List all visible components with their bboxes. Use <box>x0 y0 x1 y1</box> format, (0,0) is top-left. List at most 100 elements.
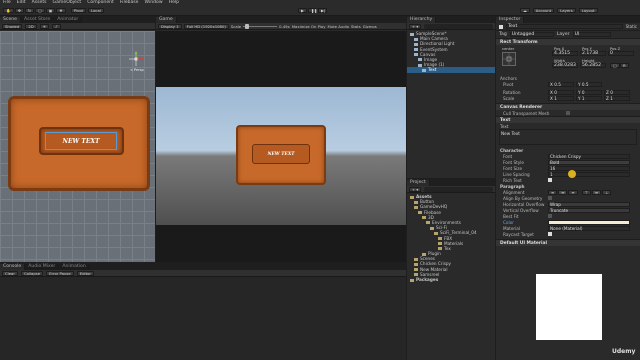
rotation-y-field[interactable]: Y 0 <box>576 89 602 95</box>
text-value-area[interactable]: New Text <box>499 129 637 145</box>
rotation-z-field[interactable]: Z 0 <box>604 89 630 95</box>
width-field[interactable]: 238.0283 <box>552 63 578 68</box>
rotate-tool-button[interactable]: ↻ <box>24 8 35 13</box>
tab-game[interactable]: Game <box>156 17 177 23</box>
tab-console[interactable]: Console <box>0 264 26 270</box>
pos-y-field[interactable]: 2.1738 <box>580 51 606 56</box>
hierarchy-search-input[interactable] <box>424 23 493 29</box>
transform-tool-button[interactable]: ❖ <box>56 8 66 13</box>
default-ui-material-header[interactable]: Default UI Material <box>496 239 640 246</box>
maximize-on-play-toggle[interactable]: Maximize On Play <box>292 24 326 29</box>
pivot-toggle-button[interactable]: Pivot <box>70 8 87 13</box>
display-dropdown[interactable]: Display 1 <box>158 23 182 29</box>
height-field[interactable]: 56.2852 <box>580 63 606 68</box>
align-center-icon[interactable]: ≡ <box>558 189 568 195</box>
align-right-icon[interactable]: ≡ <box>568 189 578 195</box>
rect-tool-button[interactable]: ▣ <box>45 8 56 13</box>
static-checkbox-label[interactable]: Static <box>626 24 637 29</box>
scale-slider-thumb[interactable] <box>245 23 250 29</box>
game-viewport[interactable]: NEW TEXT <box>156 31 406 262</box>
rich-text-checkbox[interactable] <box>548 178 552 182</box>
scene-canvas-panel[interactable]: NEW TEXT <box>8 96 150 191</box>
move-tool-button[interactable]: ✥ <box>14 8 24 13</box>
color-swatch[interactable] <box>548 219 630 225</box>
audio-toggle-icon[interactable]: ♪ <box>52 23 61 29</box>
blueprint-mode-button[interactable]: □ <box>610 63 620 68</box>
hierarchy-item[interactable]: Text <box>407 67 495 73</box>
collab-cloud-icon[interactable]: ☁ <box>520 8 530 13</box>
line-spacing-field[interactable]: 1 <box>548 171 630 177</box>
tab-audio-mixer[interactable]: Audio Mixer <box>25 264 60 270</box>
pause-button[interactable]: ❚❚ <box>308 8 317 13</box>
console-error-pause-button[interactable]: Error Pause <box>46 270 74 276</box>
h-overflow-dropdown[interactable]: Wrap <box>548 201 630 207</box>
play-button[interactable]: ▶ <box>298 8 307 13</box>
game-button-image[interactable]: NEW TEXT <box>252 144 310 164</box>
layout-dropdown[interactable]: Layout <box>578 8 598 13</box>
pivot-y-field[interactable]: Y 0.5 <box>576 81 602 87</box>
font-size-field[interactable]: 16 <box>548 165 630 171</box>
canvas-renderer-header[interactable]: Canvas Renderer <box>496 103 640 110</box>
rect-transform-header[interactable]: Rect Transform <box>496 38 640 45</box>
align-left-icon[interactable]: ≡ <box>548 189 558 195</box>
tab-animation[interactable]: Animation <box>59 264 90 270</box>
game-canvas-panel[interactable]: NEW TEXT <box>236 125 326 185</box>
tab-inspector[interactable]: Inspector <box>496 17 525 23</box>
scale-z-field[interactable]: Z 1 <box>604 95 630 101</box>
tab-scene[interactable]: Scene <box>0 17 22 23</box>
tab-hierarchy[interactable]: Hierarchy <box>407 17 437 23</box>
anchor-preset-icon[interactable] <box>502 52 516 66</box>
pos-x-field[interactable]: 4.3515 <box>552 51 578 56</box>
tag-dropdown[interactable]: Untagged <box>509 32 554 37</box>
scale-slider[interactable] <box>243 23 278 29</box>
axis-gizmo-icon[interactable] <box>128 51 144 67</box>
tab-asset-store[interactable]: Asset Store <box>21 17 55 23</box>
project-item[interactable]: Packages <box>407 277 495 282</box>
account-button[interactable]: Account <box>532 8 555 13</box>
raw-edit-button[interactable]: R <box>620 63 629 68</box>
step-button[interactable]: ▶| <box>318 8 327 13</box>
align-top-icon[interactable]: ⊤ <box>581 189 591 195</box>
tab-project[interactable]: Project <box>407 180 430 186</box>
shading-dropdown[interactable]: Shaded <box>2 23 23 29</box>
project-create-button[interactable]: + ▾ <box>409 186 422 192</box>
align-bottom-icon[interactable]: ⊥ <box>602 189 612 195</box>
scale-y-field[interactable]: Y 1 <box>576 95 602 101</box>
font-object-field[interactable]: Chicken Crispy <box>548 153 630 159</box>
cull-transparent-checkbox[interactable] <box>566 111 570 115</box>
lighting-toggle-icon[interactable]: ☀ <box>39 23 50 29</box>
console-editor-dropdown[interactable]: Editor <box>76 270 94 276</box>
console-clear-button[interactable]: Clear <box>2 270 18 276</box>
scene-text-selection-rect[interactable]: NEW TEXT <box>45 132 117 150</box>
layers-dropdown[interactable]: Layers <box>557 8 576 13</box>
local-toggle-button[interactable]: Local <box>88 8 104 13</box>
anchors-foldout[interactable]: Anchors <box>496 76 548 81</box>
mode-2d-toggle[interactable]: 2D <box>25 23 37 29</box>
tab-animator[interactable]: Animator <box>54 17 83 23</box>
v-overflow-dropdown[interactable]: Truncate <box>548 207 630 213</box>
raycast-checkbox[interactable] <box>548 232 552 236</box>
pivot-x-field[interactable]: X 0.5 <box>548 81 574 87</box>
scene-button-image[interactable]: NEW TEXT <box>39 127 124 155</box>
hierarchy-create-button[interactable]: + ▾ <box>409 23 422 29</box>
material-object-field[interactable]: None (Material) <box>548 225 630 231</box>
best-fit-checkbox[interactable] <box>548 214 552 218</box>
object-name-field[interactable]: Text <box>506 24 623 29</box>
layer-dropdown[interactable]: UI <box>572 32 611 37</box>
resolution-dropdown[interactable]: Full HD (1920x1080) <box>183 23 229 29</box>
stats-toggle[interactable]: Stats <box>351 24 361 29</box>
scale-tool-button[interactable]: ▢ <box>35 8 45 13</box>
object-active-checkbox[interactable] <box>499 24 503 29</box>
align-middle-icon[interactable]: ≡ <box>591 189 602 195</box>
align-geometry-checkbox[interactable] <box>548 196 552 200</box>
project-search-input[interactable] <box>424 186 493 192</box>
text-component-header[interactable]: Text <box>496 116 640 123</box>
hand-tool-button[interactable]: ✋ <box>3 8 14 13</box>
mute-audio-toggle[interactable]: Mute Audio <box>328 24 350 29</box>
console-collapse-button[interactable]: Collapse <box>20 270 44 276</box>
font-style-dropdown[interactable]: Bold <box>548 159 630 165</box>
gizmos-dropdown[interactable]: Gizmos <box>363 24 377 29</box>
pos-z-field[interactable]: 0 <box>608 51 634 56</box>
rotation-x-field[interactable]: X 0 <box>548 89 574 95</box>
scale-x-field[interactable]: X 1 <box>548 95 574 101</box>
